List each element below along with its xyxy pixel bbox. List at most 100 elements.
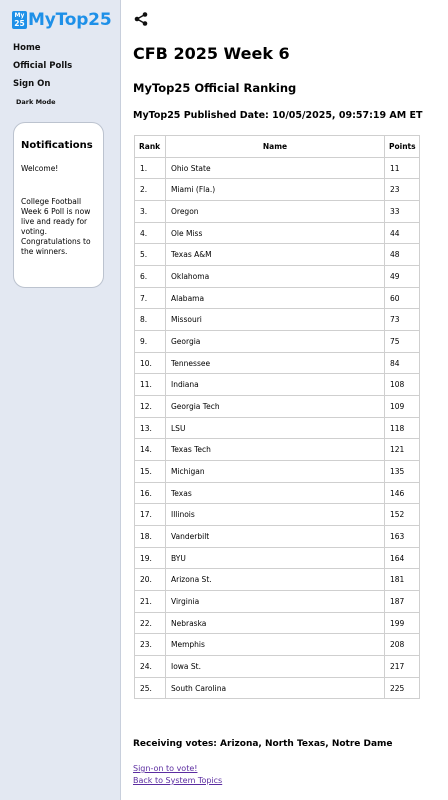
rankings-table: Rank Name Points 1. Ohio State 11 2. Miami (… xyxy=(134,135,420,700)
points-cell: 199 xyxy=(384,611,420,635)
team-name-cell: Ole Miss xyxy=(165,221,385,245)
rank-cell: 13. xyxy=(134,416,166,440)
points-cell: 164 xyxy=(384,546,420,570)
points-cell: 225 xyxy=(384,676,420,700)
points-cell: 163 xyxy=(384,525,420,548)
logo-badge: My 25 xyxy=(12,11,27,29)
nav-official-polls[interactable]: Official Polls xyxy=(13,61,72,71)
rank-cell: 5. xyxy=(134,243,166,267)
logo-text: MyTop25 xyxy=(28,10,112,30)
table-row: 15. Michigan 135 xyxy=(134,460,420,483)
published-date: MyTop25 Published Date: 10/05/2025, 09:5… xyxy=(133,110,423,121)
rankings-body: 1. Ohio State 11 2. Miami (Fla.) 23 3. Oregon 33… xyxy=(134,156,420,700)
table-row: 4. Ole Miss 44 xyxy=(134,221,420,245)
logo[interactable]: My 25 MyTop25 xyxy=(12,9,112,31)
points-cell: 11 xyxy=(384,156,420,180)
table-row: 9. Georgia 75 xyxy=(134,330,420,353)
receiving-votes: Receiving votes: Arizona, North Texas, N… xyxy=(133,739,393,749)
header-name: Name xyxy=(165,135,385,158)
team-name-cell: Michigan xyxy=(165,460,385,483)
rank-cell: 4. xyxy=(134,221,166,245)
team-name-cell: Texas Tech xyxy=(165,438,385,462)
rank-cell: 15. xyxy=(134,460,166,483)
table-row: 25. South Carolina 225 xyxy=(134,676,420,700)
team-name-cell: Miami (Fla.) xyxy=(165,178,385,202)
points-cell: 60 xyxy=(384,286,420,310)
table-row: 24. Iowa St. 217 xyxy=(134,655,420,678)
nav-sign-on[interactable]: Sign On xyxy=(13,79,50,89)
points-cell: 75 xyxy=(384,330,420,353)
points-cell: 23 xyxy=(384,178,420,202)
points-cell: 181 xyxy=(384,568,420,592)
rank-cell: 23. xyxy=(134,633,166,657)
team-name-cell: Oklahoma xyxy=(165,265,385,288)
rank-cell: 2. xyxy=(134,178,166,202)
points-cell: 217 xyxy=(384,655,420,678)
table-row: 20. Arizona St. 181 xyxy=(134,568,420,592)
rank-cell: 18. xyxy=(134,525,166,548)
points-cell: 118 xyxy=(384,416,420,440)
header-rank: Rank xyxy=(134,135,166,158)
rank-cell: 19. xyxy=(134,546,166,570)
table-row: 12. Georgia Tech 109 xyxy=(134,395,420,418)
rank-cell: 7. xyxy=(134,286,166,310)
page-title: CFB 2025 Week 6 xyxy=(133,44,290,63)
rank-cell: 12. xyxy=(134,395,166,418)
rank-cell: 21. xyxy=(134,590,166,613)
table-row: 7. Alabama 60 xyxy=(134,286,420,310)
team-name-cell: Indiana xyxy=(165,373,385,397)
table-row: 8. Missouri 73 xyxy=(134,308,420,332)
team-name-cell: LSU xyxy=(165,416,385,440)
points-cell: 108 xyxy=(384,373,420,397)
rank-cell: 1. xyxy=(134,156,166,180)
share-icon[interactable] xyxy=(133,11,149,27)
team-name-cell: Georgia Tech xyxy=(165,395,385,418)
points-cell: 33 xyxy=(384,200,420,223)
table-row: 21. Virginia 187 xyxy=(134,590,420,613)
team-name-cell: BYU xyxy=(165,546,385,570)
team-name-cell: Tennessee xyxy=(165,351,385,375)
notifications-panel: Notifications Welcome! College Football … xyxy=(13,122,104,288)
dark-mode-toggle[interactable]: Dark Mode xyxy=(16,98,56,106)
ranking-title: MyTop25 Official Ranking xyxy=(133,81,297,95)
team-name-cell: South Carolina xyxy=(165,676,385,700)
team-name-cell: Georgia xyxy=(165,330,385,353)
points-cell: 73 xyxy=(384,308,420,332)
table-row: 23. Memphis 208 xyxy=(134,633,420,657)
sign-on-link[interactable]: Sign-on to vote! xyxy=(133,764,197,773)
team-name-cell: Missouri xyxy=(165,308,385,332)
table-row: 17. Illinois 152 xyxy=(134,503,420,527)
table-row: 2. Miami (Fla.) 23 xyxy=(134,178,420,202)
points-cell: 208 xyxy=(384,633,420,657)
table-row: 19. BYU 164 xyxy=(134,546,420,570)
team-name-cell: Texas xyxy=(165,481,385,505)
back-to-topics-link[interactable]: Back to System Topics xyxy=(133,776,222,785)
points-cell: 187 xyxy=(384,590,420,613)
team-name-cell: Ohio State xyxy=(165,156,385,180)
team-name-cell: Virginia xyxy=(165,590,385,613)
notifications-title: Notifications xyxy=(21,140,93,151)
rank-cell: 3. xyxy=(134,200,166,223)
team-name-cell: Vanderbilt xyxy=(165,525,385,548)
rank-cell: 24. xyxy=(134,655,166,678)
team-name-cell: Memphis xyxy=(165,633,385,657)
table-row: 6. Oklahoma 49 xyxy=(134,265,420,288)
table-row: 18. Vanderbilt 163 xyxy=(134,525,420,548)
rank-cell: 22. xyxy=(134,611,166,635)
points-cell: 109 xyxy=(384,395,420,418)
table-row: 14. Texas Tech 121 xyxy=(134,438,420,462)
points-cell: 48 xyxy=(384,243,420,267)
table-row: 11. Indiana 108 xyxy=(134,373,420,397)
nav-home[interactable]: Home xyxy=(13,43,41,53)
table-row: 10. Tennessee 84 xyxy=(134,351,420,375)
rank-cell: 20. xyxy=(134,568,166,592)
team-name-cell: Alabama xyxy=(165,286,385,310)
points-cell: 44 xyxy=(384,221,420,245)
header-points: Points xyxy=(384,135,420,158)
rank-cell: 14. xyxy=(134,438,166,462)
logo-badge-bottom: 25 xyxy=(14,19,25,28)
rank-cell: 10. xyxy=(134,351,166,375)
points-cell: 152 xyxy=(384,503,420,527)
rank-cell: 6. xyxy=(134,265,166,288)
rank-cell: 8. xyxy=(134,308,166,332)
